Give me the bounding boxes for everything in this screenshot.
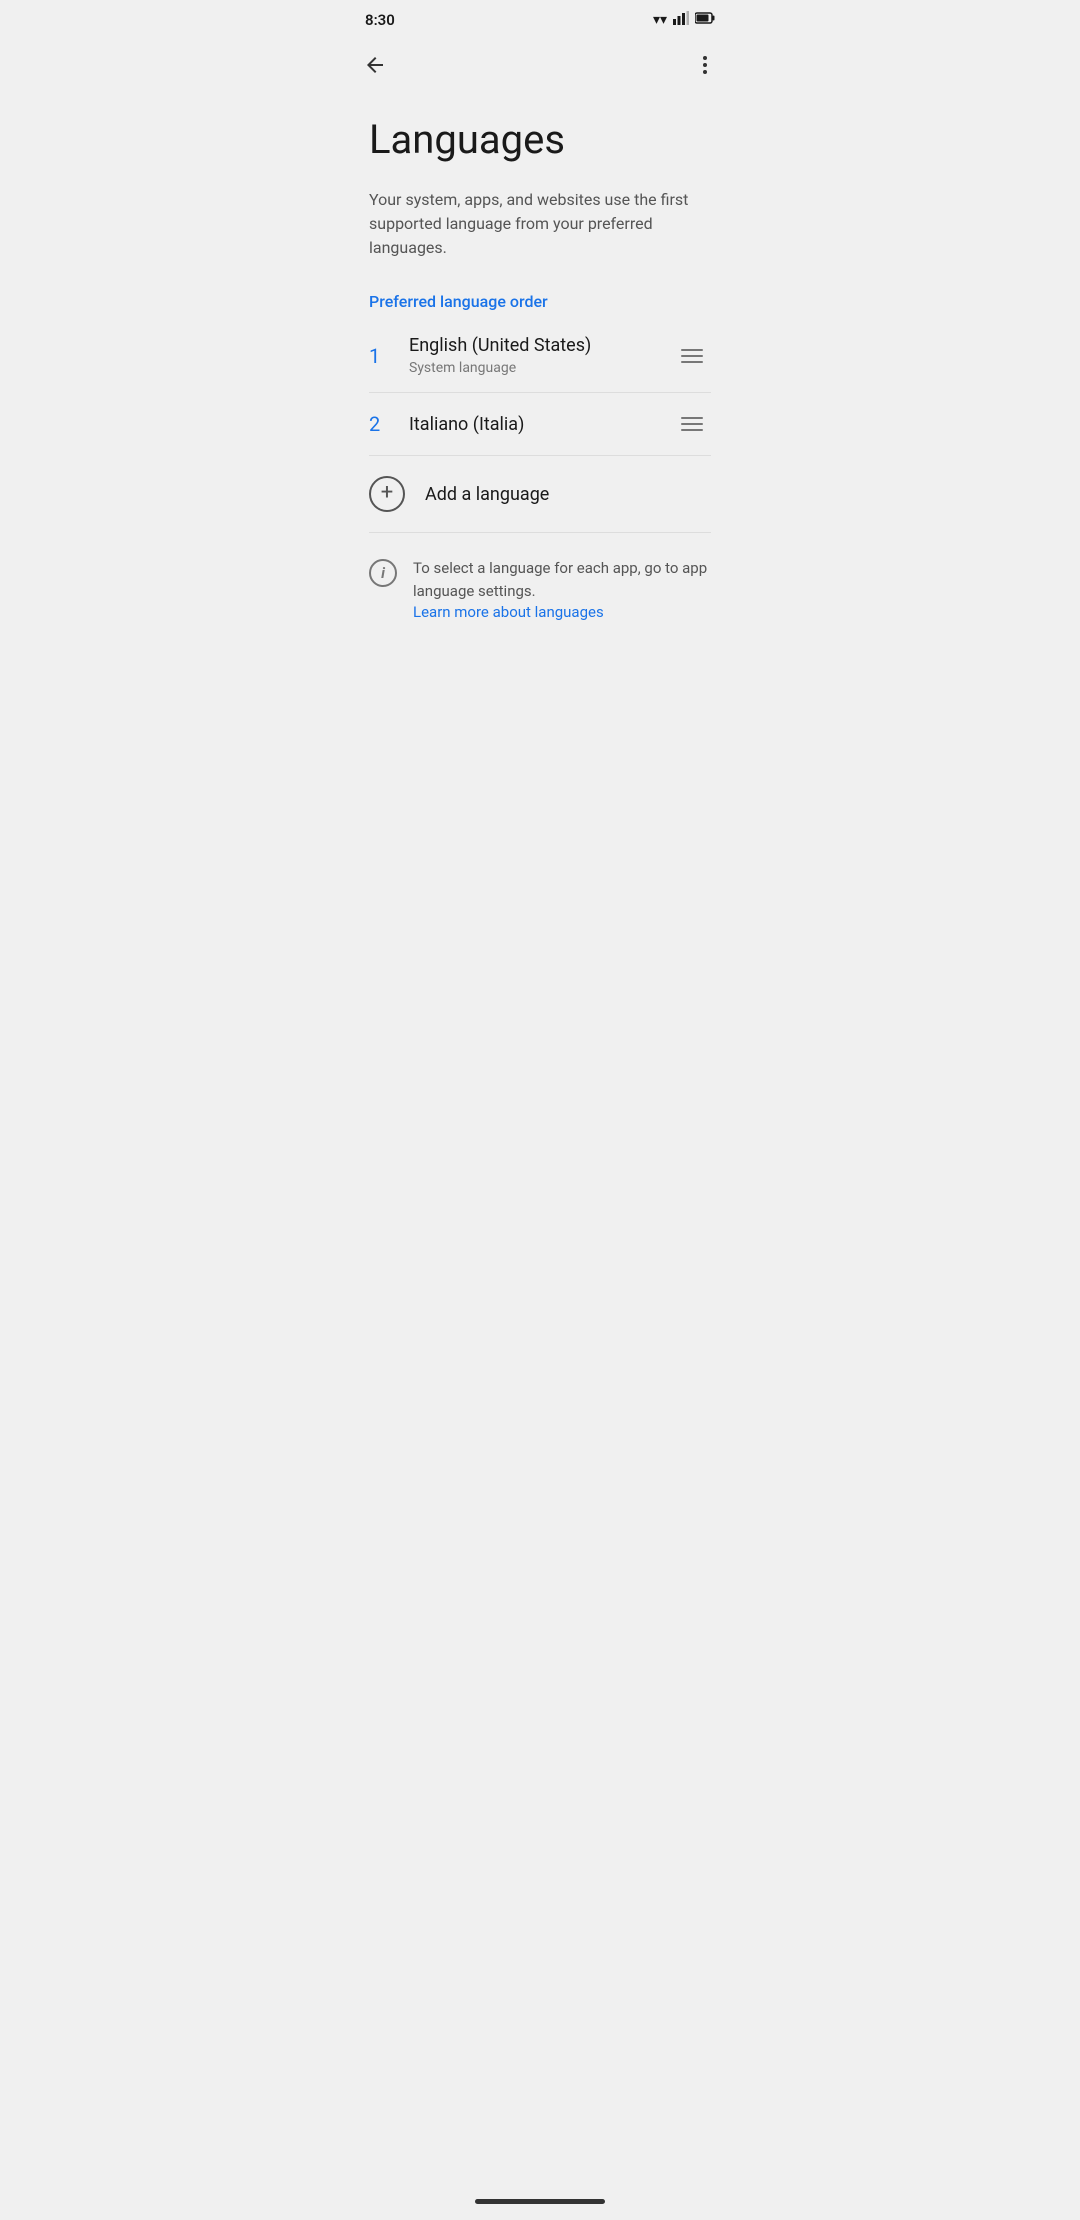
language-info-1: English (United States) System language <box>409 335 673 376</box>
more-vert-icon <box>693 53 717 83</box>
battery-icon <box>695 12 715 28</box>
add-icon: + <box>369 476 405 512</box>
learn-more-link[interactable]: Learn more about languages <box>413 603 604 621</box>
language-name-2: Italiano (Italia) <box>409 414 673 435</box>
plus-icon: + <box>381 482 393 504</box>
language-subtitle-1: System language <box>409 360 673 376</box>
info-text-block: To select a language for each app, go to… <box>413 557 711 621</box>
page-content: Languages Your system, apps, and website… <box>345 96 735 665</box>
bottom-indicator <box>475 2199 605 2204</box>
more-options-button[interactable] <box>683 46 727 90</box>
info-icon-wrapper: i <box>369 559 397 587</box>
drag-handle-1[interactable] <box>673 341 711 371</box>
status-bar: 8:30 ▾▾ <box>345 0 735 40</box>
drag-handle-2[interactable] <box>673 409 711 439</box>
signal-icon <box>673 11 689 29</box>
page-title: Languages <box>369 116 711 164</box>
add-language-label: Add a language <box>425 484 549 505</box>
language-name-1: English (United States) <box>409 335 673 356</box>
add-language-button[interactable]: + Add a language <box>369 456 711 533</box>
language-number-1: 1 <box>369 344 409 368</box>
preferred-language-order-link[interactable]: Preferred language order <box>369 292 711 311</box>
info-section: i To select a language for each app, go … <box>369 533 711 645</box>
language-number-2: 2 <box>369 412 409 436</box>
back-arrow-icon <box>363 53 387 83</box>
language-info-2: Italiano (Italia) <box>409 414 673 435</box>
language-item-2[interactable]: 2 Italiano (Italia) <box>369 393 711 456</box>
language-list: 1 English (United States) System languag… <box>369 319 711 533</box>
status-time: 8:30 <box>365 11 395 29</box>
back-button[interactable] <box>353 46 397 90</box>
info-text: To select a language for each app, go to… <box>413 559 707 600</box>
info-icon: i <box>369 559 397 587</box>
status-icons: ▾▾ <box>653 11 715 29</box>
page-description: Your system, apps, and websites use the … <box>369 188 711 260</box>
toolbar <box>345 40 735 96</box>
wifi-icon: ▾▾ <box>653 12 667 28</box>
language-item-1[interactable]: 1 English (United States) System languag… <box>369 319 711 393</box>
bottom-bar <box>345 2187 735 2220</box>
